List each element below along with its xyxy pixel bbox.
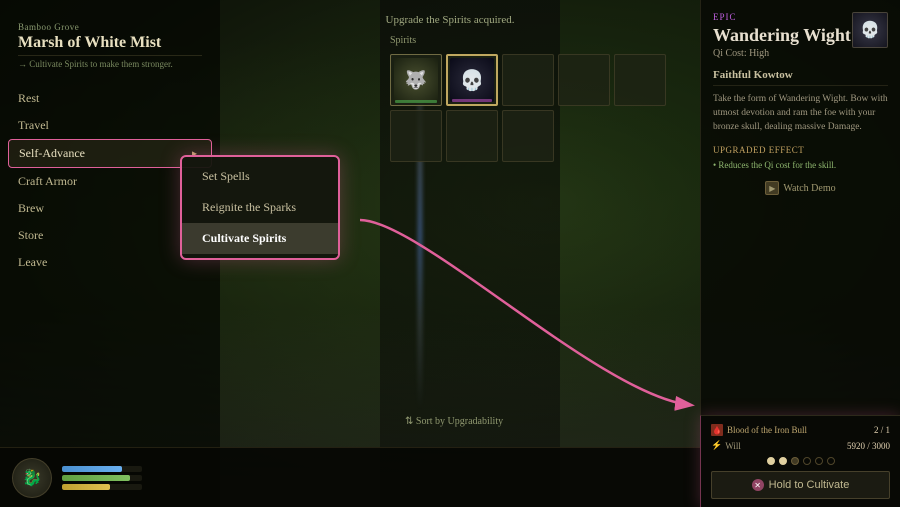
- spirit-avatar-0: 🐺: [394, 58, 438, 102]
- spirit-slot-2[interactable]: [502, 54, 554, 106]
- spirit-slot-0[interactable]: 🐺: [390, 54, 442, 106]
- submenu-item-cultivate-spirits[interactable]: Cultivate Spirits: [182, 223, 338, 254]
- player-bars: [62, 466, 142, 490]
- hold-to-cultivate-button[interactable]: ✕ Hold to Cultivate: [711, 471, 890, 499]
- will-value: 5920 / 3000: [847, 441, 890, 451]
- upgrade-instruction: Upgrade the Spirits acquired.: [386, 14, 515, 26]
- vigor-bar: [62, 484, 142, 490]
- location-title: Marsh of White Mist: [18, 34, 202, 52]
- spirit-slot-4[interactable]: [614, 54, 666, 106]
- resource-name: 🩸 Blood of the Iron Bull: [711, 424, 807, 436]
- hp-bar: [62, 466, 142, 472]
- spirit-slot-1[interactable]: 💀: [446, 54, 498, 106]
- spirit-slot-3[interactable]: [558, 54, 610, 106]
- panel-spirit-icon: 💀: [852, 12, 888, 48]
- submenu-item-set-spells[interactable]: Set Spells: [182, 161, 338, 192]
- player-avatar: 🐉: [12, 458, 52, 498]
- upgraded-effect: Reduces the Qi cost for the skill.: [713, 159, 888, 172]
- spirits-label: Spirits: [390, 35, 670, 46]
- cultivate-section: 🩸 Blood of the Iron Bull 2 / 1 ⚡ Will 59…: [700, 415, 900, 507]
- cultivate-button-icon: ✕: [752, 479, 764, 491]
- spirit-avatar-1: 💀: [450, 58, 494, 102]
- location-area: Bamboo Grove Marsh of White Mist Cultiva…: [0, 12, 220, 75]
- spirits-section: Spirits 🐺 💀: [390, 35, 670, 162]
- spirit-slot-5[interactable]: [390, 110, 442, 162]
- qi-bar: [62, 475, 142, 481]
- watch-demo-icon: ▶: [765, 181, 779, 195]
- will-label: ⚡ Will: [711, 440, 741, 451]
- skill-description: Take the form of Wandering Wight. Bow wi…: [713, 92, 888, 135]
- qi-cost-value: High: [749, 48, 769, 59]
- hold-to-cultivate-label: Hold to Cultivate: [769, 479, 850, 491]
- resource-bar: 🐉: [0, 447, 700, 507]
- dot-3: [803, 457, 811, 465]
- watch-demo-button[interactable]: ▶ Watch Demo: [713, 181, 888, 195]
- resource-count: 2 / 1: [874, 425, 890, 435]
- nav-item-rest[interactable]: Rest: [0, 85, 220, 112]
- watch-demo-label: Watch Demo: [783, 183, 835, 194]
- spirits-grid: 🐺 💀: [390, 54, 670, 162]
- submenu-item-reignite-sparks[interactable]: Reignite the Sparks: [182, 192, 338, 223]
- vigor-bar-fill: [62, 484, 110, 490]
- qi-cost-label: Qi Cost:: [713, 48, 747, 59]
- location-area-name: Bamboo Grove: [18, 22, 202, 32]
- dot-1: [779, 457, 787, 465]
- spirit-bar-0: [395, 100, 437, 103]
- hp-bar-fill: [62, 466, 122, 472]
- nav-item-travel[interactable]: Travel: [0, 112, 220, 139]
- qi-cost: Qi Cost: High: [713, 48, 888, 59]
- spirit-slot-6[interactable]: [446, 110, 498, 162]
- cultivate-header: 🩸 Blood of the Iron Bull 2 / 1: [711, 424, 890, 436]
- location-hint: Cultivate Spirits to make them stronger.: [18, 55, 202, 69]
- submenu: Set Spells Reignite the Sparks Cultivate…: [180, 155, 340, 260]
- spirit-slot-7[interactable]: [502, 110, 554, 162]
- dot-2: [791, 457, 799, 465]
- sort-button[interactable]: Sort by Upgradability: [405, 416, 503, 427]
- upgraded-label: Upgraded Effect: [713, 145, 888, 155]
- qi-bar-fill: [62, 475, 130, 481]
- dot-5: [827, 457, 835, 465]
- skill-name: Faithful Kowtow: [713, 69, 888, 86]
- will-row: ⚡ Will 5920 / 3000: [711, 440, 890, 451]
- resource-icon: 🩸: [711, 424, 723, 436]
- resource-label: Blood of the Iron Bull: [727, 425, 807, 435]
- spirit-bar-1: [452, 99, 492, 102]
- dot-0: [767, 457, 775, 465]
- dot-4: [815, 457, 823, 465]
- dots-row: [711, 457, 890, 465]
